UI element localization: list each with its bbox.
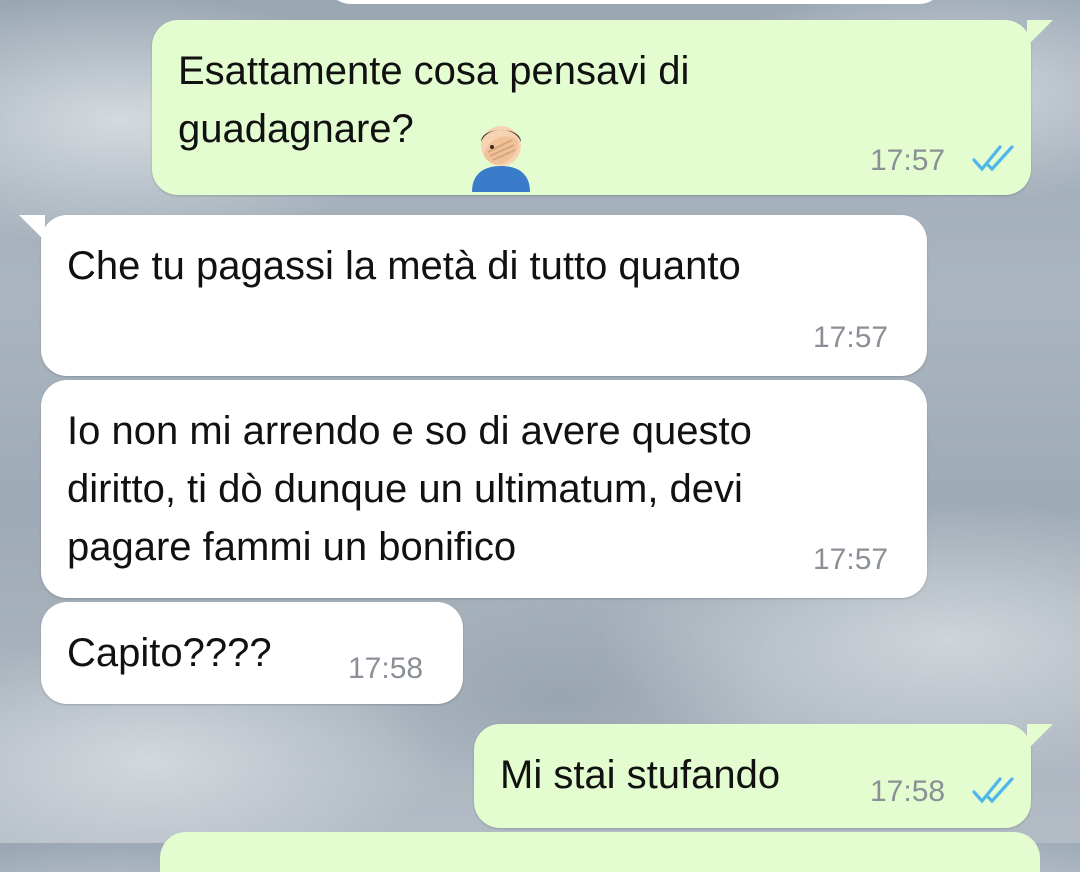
bubble-tail [1027, 724, 1053, 750]
message-timestamp: 17:57 [813, 321, 889, 354]
bubble-tail [19, 215, 45, 241]
read-receipt-double-check-icon [972, 777, 1014, 804]
message-timestamp: 17:58 [870, 775, 946, 808]
message-text: Mi stai stufando [500, 753, 781, 797]
message-text: Capito???? [67, 631, 272, 675]
message-timestamp: 17:58 [348, 652, 424, 685]
facepalm-emoji-icon [472, 126, 530, 192]
incoming-message-bubble[interactable]: Io non mi arrendo e so di avere questo d… [41, 380, 927, 598]
previous-message-bubble-partial[interactable] [325, 0, 945, 4]
message-text: Io non mi arrendo e so di avere questo d… [67, 409, 752, 569]
message-text: Che tu pagassi la metà di tutto quanto [67, 244, 741, 288]
incoming-message-bubble[interactable]: Capito???? 17:58 [41, 602, 463, 704]
bubble-tail [1027, 20, 1053, 46]
outgoing-message-bubble[interactable]: Esattamente cosa pensavi di guadagnare? … [152, 20, 1053, 195]
message-timestamp: 17:57 [870, 144, 946, 177]
next-message-bubble-partial[interactable] [160, 832, 1040, 872]
outgoing-message-bubble[interactable]: Mi stai stufando 17:58 [474, 724, 1053, 828]
message-timestamp: 17:57 [813, 543, 889, 576]
message-text: Esattamente cosa pensavi di guadagnare? [178, 49, 690, 151]
incoming-message-bubble[interactable]: Che tu pagassi la metà di tutto quanto 1… [19, 215, 927, 376]
read-receipt-double-check-icon [972, 145, 1014, 172]
